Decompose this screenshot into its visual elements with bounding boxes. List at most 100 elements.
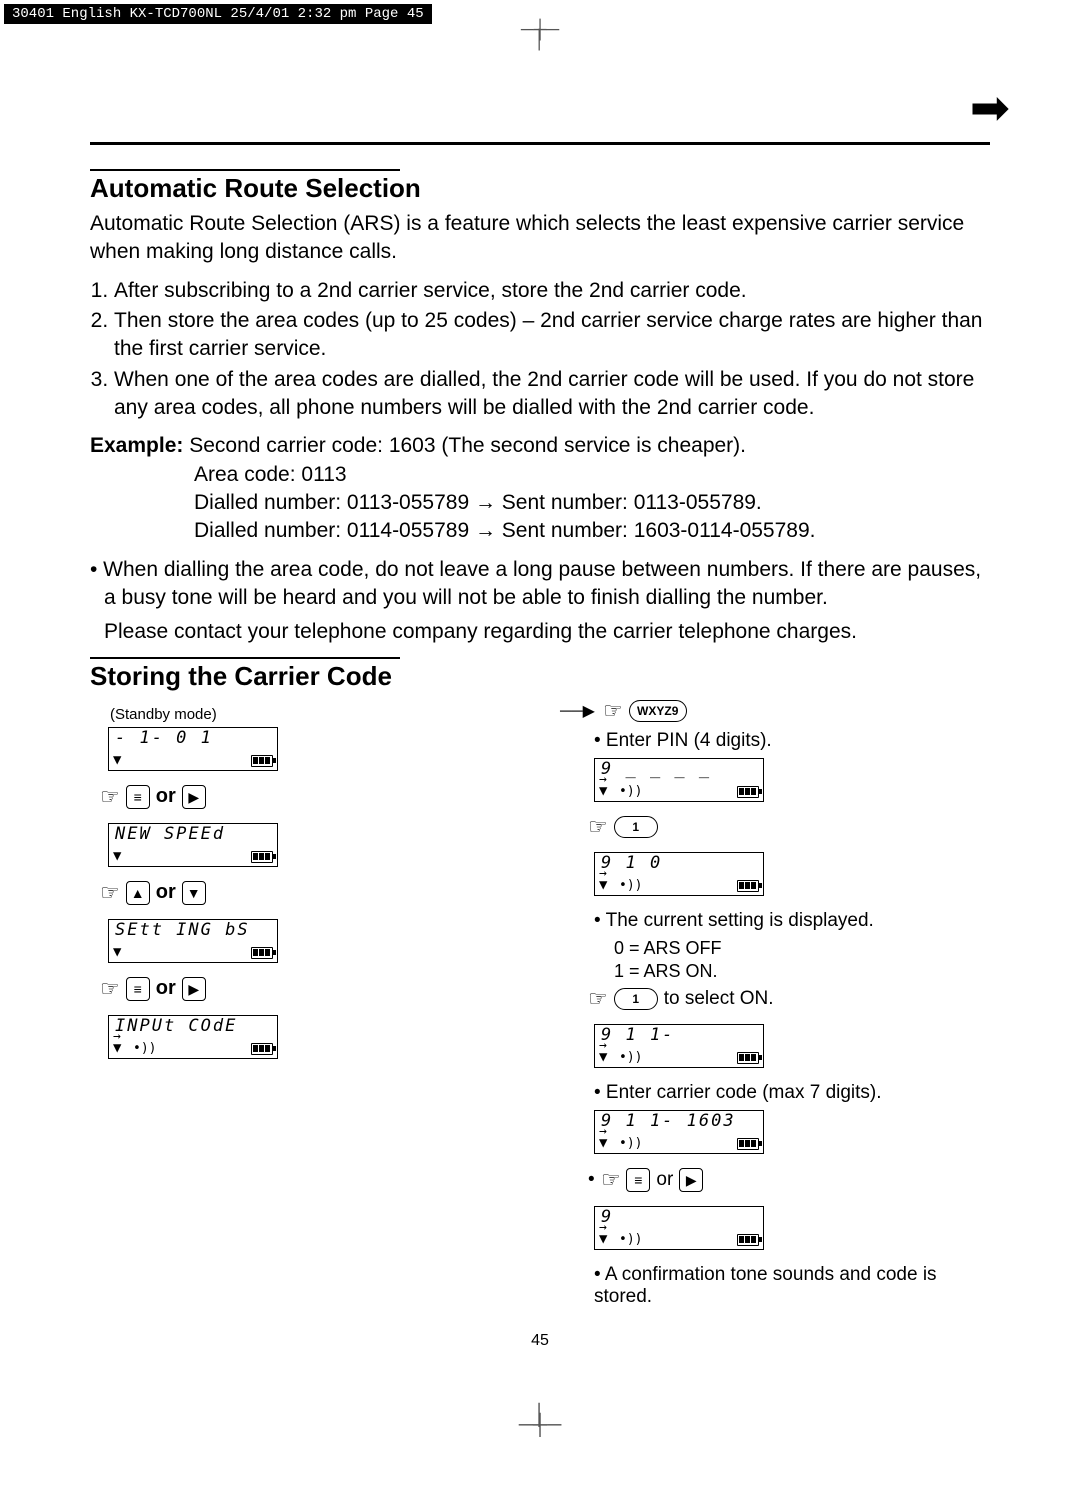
lcd-911-text: 9 1 1- bbox=[601, 1027, 757, 1044]
example-line-2: Area code: 0113 bbox=[194, 461, 990, 489]
example-block: Example: Second carrier code: 1603 (The … bbox=[90, 432, 990, 545]
ars-off-text: 0 = ARS OFF bbox=[614, 938, 990, 959]
lcd-911: 9 1 1- → ▼ •)) bbox=[594, 1024, 764, 1068]
lcd-input-code-text: INPUt COdE bbox=[115, 1018, 271, 1035]
antenna-icon: ▼ bbox=[113, 752, 121, 768]
lcd-910: 9 1 0 → ▼ •)) bbox=[594, 852, 764, 896]
battery-icon bbox=[251, 947, 273, 959]
lcd-9: 9 → ▼ •)) bbox=[594, 1206, 764, 1250]
current-setting-text: • The current setting is displayed. bbox=[594, 910, 990, 932]
section-rule-2 bbox=[90, 657, 400, 659]
key-1-button-icon: 1 bbox=[614, 816, 658, 838]
page-number: 45 bbox=[90, 1332, 990, 1350]
flow-arrow-icon: ──▶ bbox=[560, 701, 595, 721]
press-icon: ☜ bbox=[603, 700, 623, 722]
down-arrow-button-icon: ▼ bbox=[182, 881, 206, 905]
menu-button-icon: ≡ bbox=[626, 1168, 650, 1192]
bullet-note: • When dialling the area code, do not le… bbox=[90, 556, 990, 613]
lcd-new-speed: NEW SPEEd ▼ bbox=[108, 823, 278, 867]
lcd-pin-text: 9 _ _ _ _ bbox=[601, 761, 757, 778]
sound-icon: •)) bbox=[619, 1232, 642, 1247]
lcd-911-1603-text: 9 1 1- 1603 bbox=[601, 1113, 757, 1130]
example-line-4: Dialled number: 0114-055789 → Sent numbe… bbox=[194, 517, 990, 545]
step-2: Then store the area codes (up to 25 code… bbox=[114, 307, 990, 364]
enter-carrier-text: • Enter carrier code (max 7 digits). bbox=[594, 1082, 990, 1104]
ars-on-text: 1 = ARS ON. bbox=[614, 961, 990, 982]
menu-button-icon: ≡ bbox=[126, 785, 150, 809]
section-rule-1 bbox=[90, 169, 400, 171]
press-icon: ☜ bbox=[588, 816, 608, 838]
or-text-2: or bbox=[156, 881, 176, 904]
antenna-icon: ▼ bbox=[599, 783, 607, 799]
right-arrow-button-icon: ▶ bbox=[182, 977, 206, 1001]
press-icon: ☜ bbox=[588, 988, 608, 1010]
example-line-1: Second carrier code: 1603 (The second se… bbox=[189, 434, 746, 457]
intro-text: Automatic Route Selection (ARS) is a fea… bbox=[90, 210, 990, 267]
key-9-button-icon: WXYZ9 bbox=[629, 700, 687, 722]
print-header: 30401 English KX-TCD700NL 25/4/01 2:32 p… bbox=[4, 4, 432, 24]
action-menu-or-right-2: ☜ ≡ or ▶ bbox=[100, 977, 520, 1001]
lcd-setting-bs-text: SEtt ING bS bbox=[115, 922, 271, 939]
lcd-setting-bs: SEtt ING bS ▼ bbox=[108, 919, 278, 963]
antenna-icon: ▼ bbox=[599, 1049, 607, 1065]
up-arrow-button-icon: ▲ bbox=[126, 881, 150, 905]
battery-icon bbox=[737, 1052, 759, 1064]
top-rule bbox=[90, 142, 990, 145]
battery-icon bbox=[251, 1043, 273, 1055]
press-icon: ☜ bbox=[601, 1169, 621, 1191]
action-press-1-select-on: ☜ 1 to select ON. bbox=[588, 988, 990, 1010]
right-arrow-button-icon: ▶ bbox=[182, 785, 206, 809]
battery-icon bbox=[737, 1138, 759, 1150]
lcd-911-1603: 9 1 1- 1603 → ▼ •)) bbox=[594, 1110, 764, 1154]
lcd-new-speed-text: NEW SPEEd bbox=[115, 826, 271, 843]
action-up-or-down: ☜ ▲ or ▼ bbox=[100, 881, 520, 905]
standby-label: (Standby mode) bbox=[110, 706, 520, 723]
antenna-icon: ▼ bbox=[599, 1231, 607, 1247]
example-label: Example: bbox=[90, 434, 183, 457]
confirmation-text: • A confirmation tone sounds and code is… bbox=[594, 1264, 990, 1308]
lcd-standby-text: - 1- 0 1 bbox=[115, 730, 271, 747]
right-column: ──▶ ☜ WXYZ9 • Enter PIN (4 digits). 9 _ … bbox=[560, 700, 990, 1314]
sound-icon: •)) bbox=[619, 1050, 642, 1065]
battery-icon bbox=[251, 755, 273, 767]
next-page-arrow-icon: ➡ bbox=[0, 94, 1080, 124]
action-menu-or-right-1: ☜ ≡ or ▶ bbox=[100, 785, 520, 809]
press-icon: ☜ bbox=[100, 882, 120, 904]
battery-icon bbox=[737, 1234, 759, 1246]
lcd-input-code: INPUt COdE → ▼ •)) bbox=[108, 1015, 278, 1059]
action-press-9: ──▶ ☜ WXYZ9 bbox=[560, 700, 990, 722]
battery-icon bbox=[737, 880, 759, 892]
select-on-text: to select ON. bbox=[664, 988, 774, 1010]
antenna-icon: ▼ bbox=[113, 944, 121, 960]
menu-button-icon: ≡ bbox=[126, 977, 150, 1001]
or-text-3: or bbox=[156, 977, 176, 1000]
left-column: (Standby mode) - 1- 0 1 ▼ ☜ ≡ or ▶ NEW S… bbox=[90, 700, 520, 1314]
crop-mark-top: ─┼─│ bbox=[0, 24, 1080, 44]
press-icon: ☜ bbox=[100, 978, 120, 1000]
action-menu-or-right-3: • ☜ ≡ or ▶ bbox=[588, 1168, 990, 1192]
lcd-9-text: 9 bbox=[601, 1209, 757, 1226]
step-1: After subscribing to a 2nd carrier servi… bbox=[114, 277, 990, 305]
step-3: When one of the area codes are dialled, … bbox=[114, 366, 990, 423]
right-arrow-button-icon: ▶ bbox=[679, 1168, 703, 1192]
antenna-icon: ▼ bbox=[599, 1135, 607, 1151]
section-title-storing: Storing the Carrier Code bbox=[90, 661, 990, 692]
action-press-1: ☜ 1 bbox=[588, 816, 990, 838]
lcd-standby: - 1- 0 1 ▼ bbox=[108, 727, 278, 771]
sound-icon: •)) bbox=[619, 784, 642, 799]
enter-pin-text: • Enter PIN (4 digits). bbox=[594, 730, 990, 752]
crop-mark-bottom: │─┼─ bbox=[0, 1410, 1080, 1430]
steps-list: After subscribing to a 2nd carrier servi… bbox=[90, 277, 990, 423]
section-title-ars: Automatic Route Selection bbox=[90, 173, 990, 204]
battery-icon bbox=[251, 851, 273, 863]
carrier-note: Please contact your telephone company re… bbox=[90, 618, 990, 646]
press-icon: ☜ bbox=[100, 786, 120, 808]
sound-icon: •)) bbox=[619, 878, 642, 893]
sound-icon: •)) bbox=[619, 1136, 642, 1151]
or-text-1: or bbox=[156, 785, 176, 808]
antenna-icon: ▼ bbox=[113, 848, 121, 864]
lcd-910-text: 9 1 0 bbox=[601, 855, 757, 872]
antenna-icon: ▼ bbox=[113, 1040, 121, 1056]
lcd-pin: 9 _ _ _ _ → ▼ •)) bbox=[594, 758, 764, 802]
example-line-3: Dialled number: 0113-055789 → Sent numbe… bbox=[194, 489, 990, 517]
